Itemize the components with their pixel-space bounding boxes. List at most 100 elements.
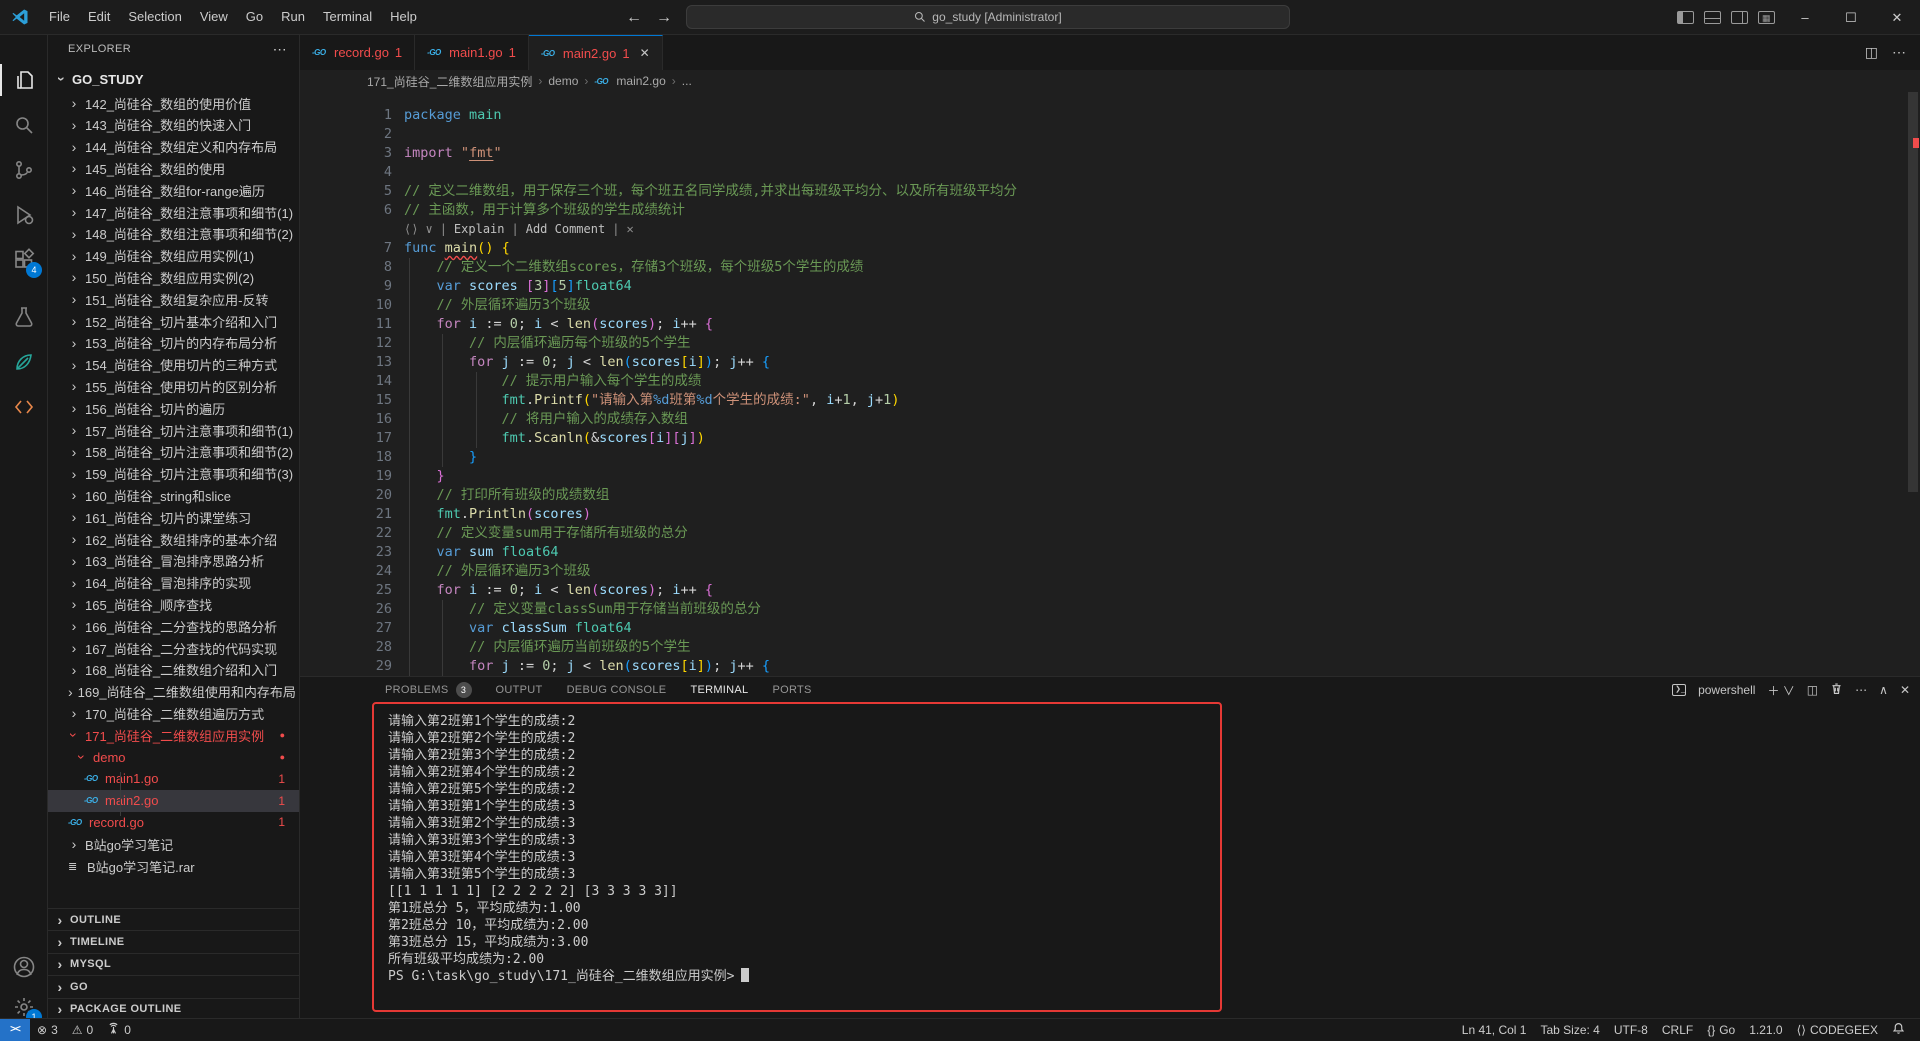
- tree-item[interactable]: -GO main2.go 1: [48, 789, 299, 812]
- maximize-button[interactable]: ☐: [1828, 0, 1874, 35]
- tree-item[interactable]: › 167_尚硅谷_二分查找的代码实现: [48, 637, 299, 659]
- widget-action-explain[interactable]: Explain: [454, 220, 505, 239]
- tree-item[interactable]: › 158_尚硅谷_切片注意事项和细节(2): [48, 441, 299, 463]
- terminal-prompt[interactable]: PS G:\task\go_study\171_尚硅谷_二维数组应用实例>: [388, 968, 749, 985]
- run-debug-icon[interactable]: [0, 195, 48, 235]
- tree-item[interactable]: ≣ B站go学习笔记.rar: [48, 855, 299, 877]
- menu-terminal[interactable]: Terminal: [314, 9, 381, 24]
- customize-layout-icon[interactable]: ▦: [1758, 11, 1775, 24]
- tree-item[interactable]: › 156_尚硅谷_切片的遍历: [48, 397, 299, 419]
- tree-item[interactable]: › 149_尚硅谷_数组应用实例(1): [48, 245, 299, 267]
- tree-item[interactable]: › 150_尚硅谷_数组应用实例(2): [48, 266, 299, 288]
- tree-item[interactable]: › 162_尚硅谷_数组排序的基本介绍: [48, 528, 299, 550]
- tree-item[interactable]: › 154_尚硅谷_使用切片的三种方式: [48, 354, 299, 376]
- tree-item[interactable]: › 169_尚硅谷_二维数组使用和内存布局: [48, 681, 299, 703]
- sidebar-section-timeline[interactable]: › TIMELINE: [48, 930, 299, 952]
- tree-item[interactable]: › 147_尚硅谷_数组注意事项和细节(1): [48, 201, 299, 223]
- panel-tab-debug-console[interactable]: DEBUG CONSOLE: [567, 677, 667, 703]
- tree-item[interactable]: › 165_尚硅谷_顺序查找: [48, 593, 299, 615]
- menu-help[interactable]: Help: [381, 9, 426, 24]
- status-item-codegeex-icon[interactable]: ⟨⟩ CODEGEEX: [1790, 1019, 1885, 1041]
- close-button[interactable]: ✕: [1874, 0, 1920, 35]
- tree-item[interactable]: -GO record.go 1: [48, 811, 299, 833]
- split-terminal-icon[interactable]: ◫: [1807, 683, 1818, 697]
- remote-indicator[interactable]: ><: [0, 1018, 30, 1041]
- close-panel-icon[interactable]: ✕: [1900, 683, 1910, 697]
- testing-beaker-icon[interactable]: [0, 297, 48, 337]
- editor-scrollbar[interactable]: [1906, 92, 1920, 676]
- sidebar-section-go[interactable]: › GO: [48, 975, 299, 997]
- tree-item[interactable]: › 142_尚硅谷_数组的使用价值: [48, 92, 299, 114]
- status-item[interactable]: Ln 41, Col 1: [1455, 1019, 1534, 1041]
- tree-item[interactable]: › demo ●: [48, 746, 299, 768]
- sidebar-section-package-outline[interactable]: › PACKAGE OUTLINE: [48, 997, 299, 1018]
- tree-item[interactable]: › 144_尚硅谷_数组定义和内存布局: [48, 136, 299, 158]
- tree-item[interactable]: › 143_尚硅谷_数组的快速入门: [48, 114, 299, 136]
- tree-item[interactable]: › 145_尚硅谷_数组的使用: [48, 157, 299, 179]
- command-center-search[interactable]: go_study [Administrator]: [686, 5, 1290, 29]
- tab-record.go[interactable]: -GO record.go 1: [300, 35, 416, 70]
- tree-item[interactable]: › 159_尚硅谷_切片注意事项和细节(3): [48, 463, 299, 485]
- status-item[interactable]: UTF-8: [1607, 1019, 1655, 1041]
- status-item-bell-icon[interactable]: [1885, 1019, 1912, 1041]
- toggle-panel-icon[interactable]: [1704, 11, 1721, 24]
- status-item[interactable]: CRLF: [1655, 1019, 1700, 1041]
- tree-item[interactable]: › 160_尚硅谷_string和slice: [48, 484, 299, 506]
- status-item[interactable]: Tab Size: 4: [1533, 1019, 1606, 1041]
- tree-item[interactable]: › 155_尚硅谷_使用切片的区别分析: [48, 375, 299, 397]
- menu-edit[interactable]: Edit: [79, 9, 119, 24]
- tree-item[interactable]: › 148_尚硅谷_数组注意事项和细节(2): [48, 223, 299, 245]
- kill-terminal-icon[interactable]: [1830, 682, 1843, 698]
- explorer-icon[interactable]: [0, 60, 48, 100]
- codegeex-view-icon[interactable]: [0, 387, 48, 427]
- menu-view[interactable]: View: [191, 9, 237, 24]
- status-tower-icon[interactable]: 0: [100, 1019, 138, 1041]
- breadcrumb-item[interactable]: 171_尚硅谷_二维数组应用实例: [367, 73, 532, 90]
- sidebar-section-outline[interactable]: › OUTLINE: [48, 908, 299, 930]
- search-view-icon[interactable]: [0, 105, 48, 145]
- codegeex-inline-widget[interactable]: ⟨⟩ ∨ | Explain | Add Comment | ✕: [404, 220, 634, 239]
- split-editor-icon[interactable]: ◫: [1865, 44, 1878, 61]
- workspace-root-folder[interactable]: › GO_STUDY: [48, 68, 299, 90]
- tab-main2.go[interactable]: -GO main2.go 1 ✕: [528, 35, 663, 70]
- breadcrumb-item[interactable]: main2.go: [616, 74, 665, 88]
- source-control-icon[interactable]: [0, 150, 48, 190]
- tree-item[interactable]: › 170_尚硅谷_二维数组遍历方式: [48, 702, 299, 724]
- tab-close-icon[interactable]: ✕: [640, 46, 650, 60]
- tree-item[interactable]: › 168_尚硅谷_二维数组介绍和入门: [48, 659, 299, 681]
- tree-item[interactable]: › B站go学习笔记: [48, 833, 299, 855]
- status-error-icon[interactable]: ⊗ 3: [30, 1019, 65, 1041]
- more-actions-icon[interactable]: ⋯: [1855, 683, 1867, 697]
- menu-selection[interactable]: Selection: [119, 9, 190, 24]
- tree-item[interactable]: › 146_尚硅谷_数组for-range遍历: [48, 179, 299, 201]
- new-terminal-icon[interactable]: ＋ ∨: [1767, 682, 1794, 699]
- tree-item[interactable]: › 166_尚硅谷_二分查找的思路分析: [48, 615, 299, 637]
- nav-forward-icon[interactable]: →: [656, 9, 672, 27]
- account-icon[interactable]: [0, 947, 48, 987]
- minimize-button[interactable]: –: [1782, 0, 1828, 35]
- tree-item[interactable]: › 161_尚硅谷_切片的课堂练习: [48, 506, 299, 528]
- panel-tab-ports[interactable]: PORTS: [772, 677, 811, 703]
- menu-run[interactable]: Run: [272, 9, 314, 24]
- menu-go[interactable]: Go: [237, 9, 272, 24]
- explorer-more-icon[interactable]: ⋯: [273, 41, 287, 58]
- database-leaf-icon[interactable]: [0, 342, 48, 382]
- widget-close-icon[interactable]: ✕: [626, 220, 633, 239]
- maximize-panel-icon[interactable]: ∧: [1879, 683, 1888, 697]
- toggle-sidebar-icon[interactable]: [1677, 11, 1694, 24]
- tree-item[interactable]: -GO main1.go 1: [48, 768, 299, 790]
- panel-tab-problems[interactable]: PROBLEMS 3: [385, 677, 472, 703]
- tree-item[interactable]: › 157_尚硅谷_切片注意事项和细节(1): [48, 419, 299, 441]
- tree-item[interactable]: › 164_尚硅谷_冒泡排序的实现: [48, 572, 299, 594]
- status-warning-icon[interactable]: ⚠ 0: [65, 1019, 100, 1041]
- panel-tab-terminal[interactable]: TERMINAL: [690, 677, 749, 703]
- tree-item[interactable]: › 153_尚硅谷_切片的内存布局分析: [48, 332, 299, 354]
- editor-more-icon[interactable]: ⋯: [1892, 44, 1906, 61]
- nav-back-icon[interactable]: ←: [626, 9, 642, 27]
- tab-main1.go[interactable]: -GO main1.go 1: [415, 35, 529, 70]
- sidebar-section-mysql[interactable]: › MYSQL: [48, 952, 299, 975]
- menu-file[interactable]: File: [40, 9, 79, 24]
- status-item[interactable]: 1.21.0: [1742, 1019, 1789, 1041]
- widget-action-add-comment[interactable]: Add Comment: [526, 220, 605, 239]
- breadcrumb-item[interactable]: ...: [682, 74, 692, 88]
